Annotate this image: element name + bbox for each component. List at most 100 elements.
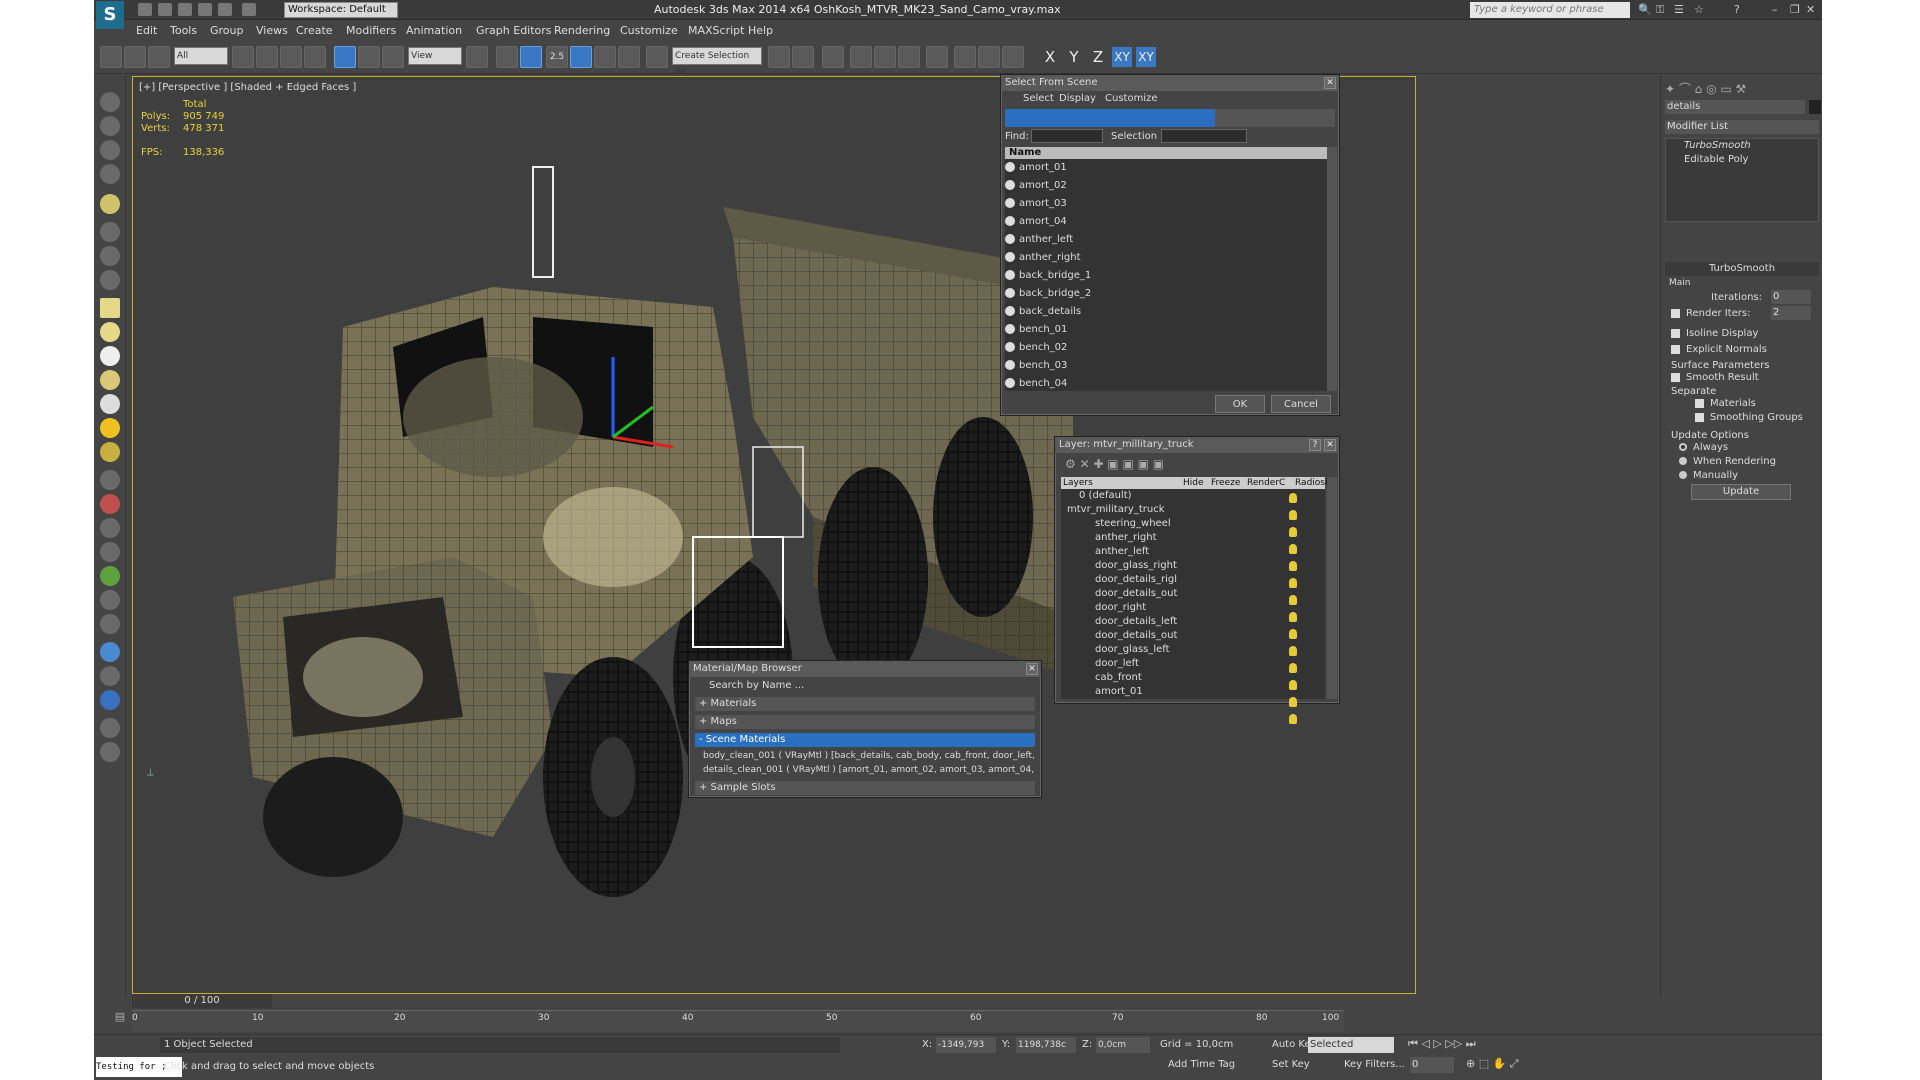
time-slider[interactable]: 0 / 100	[132, 994, 272, 1008]
layer-dialog-title[interactable]: Layer: mtvr_millitary_truck	[1055, 437, 1339, 453]
find-input[interactable]	[1031, 129, 1103, 143]
layer-object-row[interactable]: door_glass_left	[1061, 643, 1325, 657]
constrain-xy-button[interactable]: XY	[1112, 47, 1132, 67]
dome-primitive-icon[interactable]	[100, 322, 120, 342]
save-file-icon[interactable]	[178, 3, 192, 16]
graphite-list-icon[interactable]	[100, 140, 120, 160]
render-iters-checkbox[interactable]: Render Iters:	[1671, 308, 1751, 319]
list-item[interactable]: bench_03	[1005, 357, 1327, 375]
layer-object-row[interactable]: door_details_rigl	[1061, 573, 1325, 587]
expand-icon[interactable]	[100, 666, 120, 686]
layer-object-row[interactable]: cab_front	[1061, 671, 1325, 685]
selection-filter-dropdown[interactable]: All	[174, 47, 228, 65]
help-search-input[interactable]: Type a keyword or phrase	[1470, 2, 1630, 18]
modifier-turbosmooth[interactable]: TurboSmooth	[1666, 139, 1818, 153]
lamp-icon[interactable]	[1289, 714, 1297, 724]
list-item[interactable]: amort_01	[1005, 159, 1327, 177]
sfs-menu-display[interactable]: Display	[1059, 93, 1096, 104]
iterations-spinner[interactable]: 0	[1771, 290, 1811, 304]
lamp-icon[interactable]	[1289, 595, 1297, 605]
layer-object-row[interactable]: anther_left	[1061, 545, 1325, 559]
help-icon[interactable]: ?	[1309, 439, 1321, 451]
lamp-icon[interactable]	[1289, 527, 1297, 537]
menu-customize[interactable]: Customize	[620, 24, 678, 37]
layer-row-default[interactable]: 0 (default)	[1061, 489, 1325, 503]
selection-set-dropdown[interactable]	[1161, 129, 1247, 143]
menu-rendering[interactable]: Rendering	[554, 24, 610, 37]
globe-icon[interactable]	[100, 642, 120, 662]
object-color-swatch[interactable]	[1809, 100, 1821, 114]
workspace-dropdown[interactable]: Workspace: Default	[284, 2, 398, 18]
menu-help[interactable]: Help	[748, 24, 773, 37]
close-icon[interactable]: ✕	[1026, 663, 1038, 675]
reactor-icon[interactable]	[100, 222, 120, 242]
name-column-header[interactable]: Name	[1005, 147, 1327, 159]
material-search-input[interactable]: Search by Name ...	[695, 679, 1035, 693]
z-coordinate-field[interactable]: 0,0cm	[1096, 1037, 1150, 1053]
list-item[interactable]: back_bridge_1	[1005, 267, 1327, 285]
render-setup-icon[interactable]	[978, 46, 1000, 68]
constrain-y-button[interactable]: Y	[1064, 47, 1084, 67]
menu-graph-editors[interactable]: Graph Editors	[476, 24, 552, 37]
audio-icon[interactable]	[100, 246, 120, 266]
named-selection-set-dropdown[interactable]: Create Selection Se	[672, 47, 762, 77]
update-button[interactable]: Update	[1691, 484, 1791, 500]
view-list-icon[interactable]	[100, 718, 120, 738]
lamp-icon[interactable]	[1289, 697, 1297, 707]
x-coordinate-field[interactable]: -1349,793	[936, 1037, 996, 1053]
layer-object-row[interactable]: door_left	[1061, 657, 1325, 671]
app-logo-button[interactable]: S	[96, 1, 124, 29]
populate-icon[interactable]	[100, 614, 120, 634]
layer-row-truck[interactable]: mtvr_military_truck	[1061, 503, 1325, 517]
viewport-nav-controls[interactable]: ⊕ ⬚ ✋ ⤢	[1466, 1057, 1582, 1073]
list-item[interactable]: bench_02	[1005, 339, 1327, 357]
help-circle-icon[interactable]	[100, 742, 120, 762]
list-item[interactable]: bench_04	[1005, 375, 1327, 391]
render-iters-spinner[interactable]: 2	[1771, 306, 1811, 320]
list-item[interactable]: back_bridge_2	[1005, 285, 1327, 303]
layer-object-row[interactable]: door_right	[1061, 601, 1325, 615]
graphite-ribbon-icon[interactable]	[874, 46, 896, 68]
subscription-icon[interactable]: ⚿	[1656, 3, 1664, 17]
angle-snap-icon[interactable]	[570, 46, 592, 68]
curve-editor-icon[interactable]	[898, 46, 920, 68]
lamp-icon[interactable]	[1289, 646, 1297, 656]
edit-named-selection-icon[interactable]	[646, 46, 668, 68]
sun-light-icon[interactable]	[100, 418, 120, 438]
new-file-icon[interactable]	[138, 3, 152, 16]
window-crossing-icon[interactable]	[304, 46, 326, 68]
layer-object-row[interactable]: steering_wheel	[1061, 517, 1325, 531]
percent-snap-icon[interactable]	[594, 46, 616, 68]
scene-explorer-icon[interactable]	[822, 46, 844, 68]
sfs-menu-customize[interactable]: Customize	[1105, 93, 1158, 104]
modifier-editable-poly[interactable]: Editable Poly	[1666, 153, 1818, 167]
sample-slots-group[interactable]: + Sample Slots	[695, 781, 1035, 795]
layer-object-row[interactable]: door_glass_right	[1061, 559, 1325, 573]
set-key-button[interactable]: Set Key	[1272, 1059, 1310, 1070]
select-by-name-icon[interactable]	[256, 46, 278, 68]
menu-maxscript[interactable]: MAXScript	[688, 24, 744, 37]
separate-materials-checkbox[interactable]: Materials	[1695, 398, 1756, 409]
update-manually-radio[interactable]: Manually	[1679, 470, 1738, 481]
scene-materials-group[interactable]: - Scene Materials	[695, 733, 1035, 747]
cone-primitive-icon[interactable]	[100, 394, 120, 414]
explicit-normals-checkbox[interactable]: Explicit Normals	[1671, 344, 1767, 355]
lamp-icon[interactable]	[1289, 510, 1297, 520]
spinner-snap-icon[interactable]	[618, 46, 640, 68]
list-item[interactable]: amort_02	[1005, 177, 1327, 195]
isoline-display-checkbox[interactable]: Isoline Display	[1671, 328, 1758, 339]
light-bulb-icon[interactable]	[100, 194, 120, 214]
layer-scrollbar[interactable]	[1327, 477, 1337, 699]
select-from-scene-title[interactable]: Select From Scene	[1001, 75, 1339, 91]
redo-icon[interactable]	[218, 3, 232, 16]
select-move-icon[interactable]	[334, 46, 356, 68]
bind-spacewarp-icon[interactable]	[148, 46, 170, 68]
update-always-radio[interactable]: Always	[1679, 442, 1728, 453]
constrain-xy-cycle-button[interactable]: XY	[1136, 47, 1156, 67]
close-icon[interactable]: ✕	[1324, 77, 1336, 89]
list-item[interactable]: anther_right	[1005, 249, 1327, 267]
rect-selection-icon[interactable]	[280, 46, 302, 68]
graphite-camera-icon[interactable]	[100, 116, 120, 136]
lamp-icon[interactable]	[1289, 680, 1297, 690]
snaps-toggle-button[interactable]: 2.5	[546, 46, 568, 68]
